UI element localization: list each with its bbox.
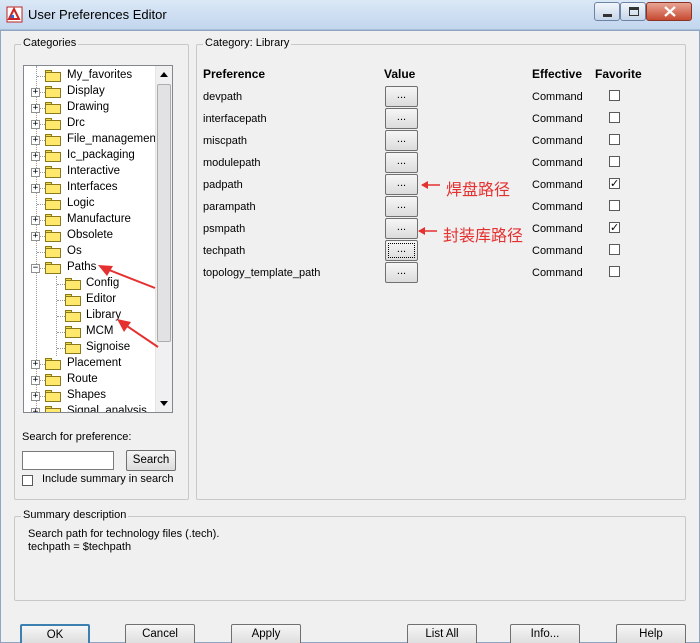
help-button[interactable]: Help	[616, 624, 686, 643]
library-pointer-arrow	[123, 323, 159, 348]
summary-line-1: Search path for technology files (.tech)…	[28, 528, 220, 540]
paths-pointer-arrow	[103, 267, 156, 289]
cancel-button[interactable]: Cancel	[125, 624, 195, 643]
info-button[interactable]: Info...	[510, 624, 580, 643]
list-all-button[interactable]: List All	[407, 624, 477, 643]
summary-label: Summary description	[21, 509, 129, 521]
library-pointer-arrowhead	[117, 319, 131, 332]
apply-button[interactable]: Apply	[231, 624, 301, 643]
summary-line-2: techpath = $techpath	[28, 541, 132, 553]
ok-button[interactable]: OK	[20, 624, 90, 643]
